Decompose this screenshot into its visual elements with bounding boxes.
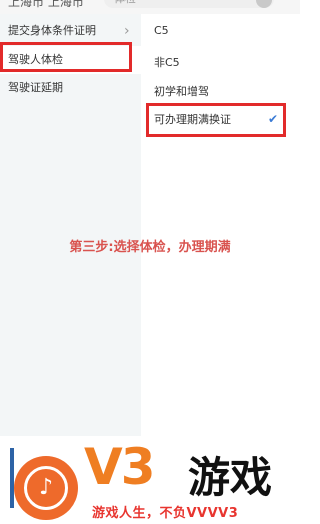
step-instruction: 第三步:选择体检，办理期满 <box>69 240 231 255</box>
highlight-box-sidebar <box>0 42 132 72</box>
music-note-icon: ♪ <box>38 475 54 500</box>
option-non-c5[interactable]: 非C5 <box>154 54 180 70</box>
search-input[interactable]: 体检 <box>104 0 274 8</box>
sidebar-item-license-extension[interactable]: 驾驶证延期 <box>0 74 141 102</box>
option-c5[interactable]: C5 <box>154 24 169 37</box>
music-logo-icon: ♪ <box>14 456 78 520</box>
sidebar-item-label: 驾驶证延期 <box>8 81 63 94</box>
city-selector[interactable]: 上海市 上海市 <box>8 0 84 10</box>
brand-name: 游戏 <box>188 453 273 502</box>
option-beginner-upgrade[interactable]: 初学和增驾 <box>154 83 209 99</box>
brand-v3: V3 <box>84 438 155 496</box>
sidebar-item-body-certificate[interactable]: 提交身体条件证明 › <box>0 17 141 45</box>
top-bar: 上海市 上海市 体检 <box>0 0 300 14</box>
sidebar-item-label: 提交身体条件证明 <box>8 24 96 37</box>
brand-slogan: 游戏人生，不负VVVV3 <box>92 506 239 521</box>
chevron-right-icon: › <box>124 23 130 39</box>
highlight-box-option <box>146 103 286 137</box>
